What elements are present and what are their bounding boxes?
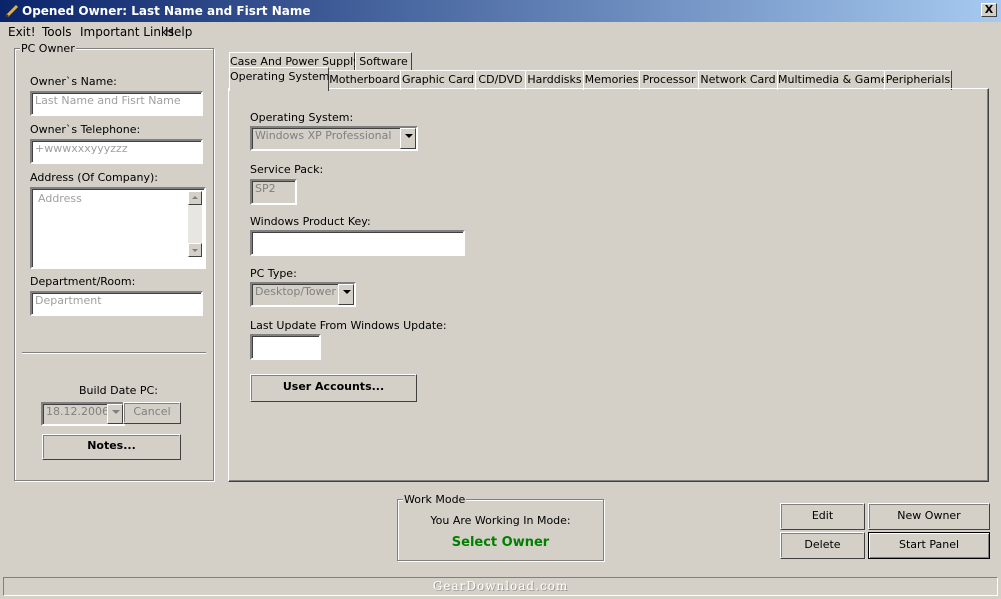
owner-phone-field[interactable]: +wwwxxxyyyzzz [30, 139, 203, 164]
delete-button[interactable]: Delete [780, 532, 865, 559]
tab-memories[interactable]: Memories [583, 70, 640, 90]
chevron-down-icon [405, 134, 413, 138]
work-mode-caption: You Are Working In Mode: [430, 514, 571, 527]
user-accounts-button[interactable]: User Accounts... [250, 374, 417, 402]
tab-software[interactable]: Software [355, 52, 412, 72]
close-button[interactable]: X [981, 3, 997, 17]
new-owner-button[interactable]: New Owner [868, 503, 990, 530]
owner-phone-label: Owner`s Telephone: [30, 123, 141, 136]
build-date-value: 18.12.2006 [46, 405, 109, 418]
window-title: Opened Owner: Last Name and Fisrt Name [22, 4, 311, 18]
os-dropdown[interactable] [400, 128, 416, 149]
menu-exit[interactable]: Exit! [8, 25, 36, 39]
department-label: Department/Room: [30, 275, 136, 288]
scroll-up-icon [192, 196, 198, 199]
os-label: Operating System: [250, 111, 354, 124]
watermark: GearDownload.com [432, 579, 569, 593]
start-panel-button[interactable]: Start Panel [868, 532, 990, 559]
pc-type-dropdown[interactable] [338, 284, 354, 305]
pc-type-value: Desktop/Tower [255, 285, 336, 298]
menu-help[interactable]: Help [165, 25, 192, 39]
pc-owner-group-label: PC Owner [20, 42, 76, 55]
pc-type-label: PC Type: [250, 267, 297, 280]
tab-multimedia-and-games[interactable]: Multimedia & Games [777, 70, 893, 90]
work-mode-group [397, 499, 604, 561]
last-update-field[interactable] [250, 334, 321, 360]
notes-button[interactable]: Notes... [42, 434, 181, 460]
last-update-label: Last Update From Windows Update: [250, 319, 447, 332]
os-select-value: Windows XP Professional [255, 129, 392, 142]
work-mode-value: Select Owner [451, 535, 550, 550]
close-icon: X [984, 3, 994, 16]
address-scrollbar[interactable] [188, 191, 202, 257]
menu-important-links[interactable]: Important Links [80, 25, 174, 39]
title-bar: Opened Owner: Last Name and Fisrt Name X [0, 0, 1001, 22]
tab-peripherials[interactable]: Peripherials [884, 70, 952, 90]
address-field[interactable]: Address [30, 187, 206, 269]
tab-cd-dvd[interactable]: CD/DVD [475, 70, 526, 90]
menu-tools[interactable]: Tools [42, 25, 72, 39]
owner-name-field[interactable]: Last Name and Fisrt Name [30, 91, 203, 116]
product-key-field[interactable] [250, 230, 465, 256]
work-mode-group-label: Work Mode [403, 493, 467, 506]
scroll-up-button[interactable] [188, 191, 202, 205]
tab-network-card[interactable]: Network Card [698, 70, 778, 90]
owner-name-label: Owner`s Name: [30, 75, 117, 88]
scroll-down-icon [192, 249, 198, 252]
tab-motherboard[interactable]: Motherboard [328, 70, 401, 90]
department-field[interactable]: Department [30, 291, 203, 316]
service-pack-field[interactable]: SP2 [250, 179, 297, 205]
product-key-label: Windows Product Key: [250, 215, 371, 228]
tab-operating-system[interactable]: Operating System [229, 67, 330, 91]
tab-graphic-card[interactable]: Graphic Card [400, 70, 476, 90]
build-date-dropdown[interactable] [107, 404, 123, 424]
owner-separator [22, 352, 206, 354]
build-date-picker[interactable]: 18.12.2006 [41, 402, 125, 426]
cancel-button[interactable]: Cancel [123, 402, 181, 424]
build-date-label: Build Date PC: [79, 384, 158, 397]
pc-type-select[interactable]: Desktop/Tower [250, 282, 356, 307]
os-select[interactable]: Windows XP Professional [250, 126, 418, 151]
menu-bar: Exit! Tools Important Links Help [0, 22, 1001, 41]
chevron-down-icon [112, 410, 120, 414]
service-pack-label: Service Pack: [250, 163, 324, 176]
tab-processor[interactable]: Processor [639, 70, 699, 90]
address-label: Address (Of Company): [30, 171, 158, 184]
scroll-down-button[interactable] [188, 243, 202, 257]
tab-harddisks[interactable]: Harddisks [525, 70, 584, 90]
pencil-icon [5, 4, 19, 18]
chevron-down-icon [343, 290, 351, 294]
address-field-value: Address [38, 192, 82, 205]
edit-button[interactable]: Edit [780, 503, 865, 530]
status-bar: GearDownload.com [3, 577, 998, 596]
